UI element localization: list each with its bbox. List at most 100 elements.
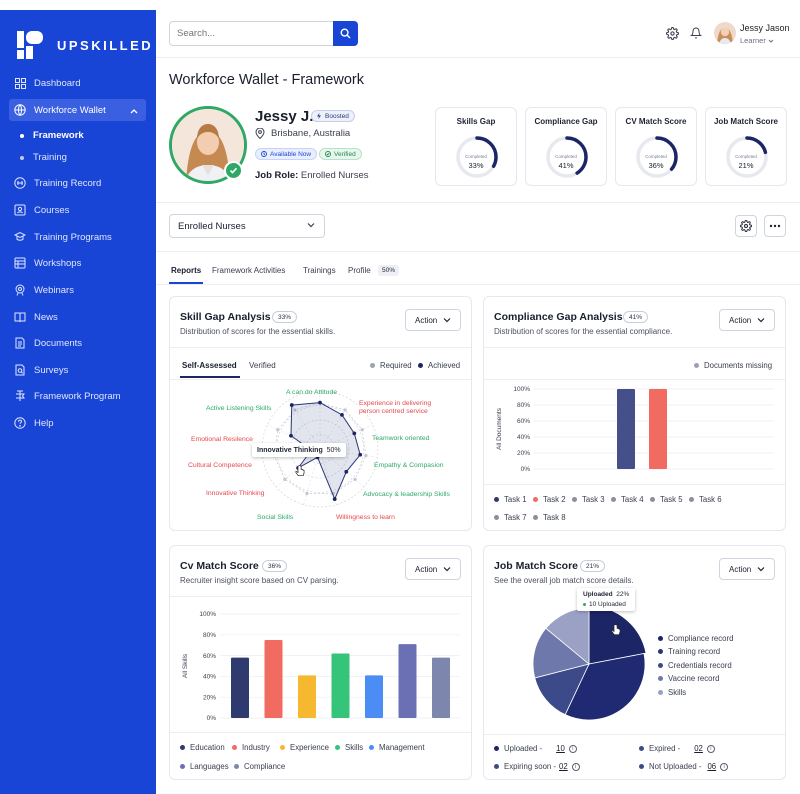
tab-profile[interactable]: Profile: [348, 266, 371, 275]
sidebar-item-training-record[interactable]: Training Record: [9, 172, 146, 194]
gauge-card-skills-gap[interactable]: Skills Gap Completed 33%: [435, 107, 517, 186]
legend-item-credentials-record[interactable]: Credentials record: [658, 661, 732, 670]
legend-item-languages[interactable]: Languages: [180, 762, 229, 771]
legend-dot: [494, 764, 499, 769]
stat-value[interactable]: 02: [559, 762, 568, 771]
legend-item-vaccine-record[interactable]: Vaccine record: [658, 674, 719, 683]
logo[interactable]: UPSKILLED: [17, 31, 153, 59]
legend-item-task-4[interactable]: Task 4: [611, 495, 644, 504]
info-icon[interactable]: i: [706, 744, 715, 753]
sidebar-item-courses[interactable]: Courses: [9, 199, 146, 221]
stat-expiring-soon[interactable]: Expiring soon -02 i: [494, 762, 580, 771]
divider: [484, 379, 785, 380]
stat-value[interactable]: 10: [556, 744, 565, 753]
action-button[interactable]: Action: [719, 558, 775, 580]
settings-button[interactable]: [735, 215, 757, 237]
bar-industry[interactable]: [264, 640, 283, 718]
job-role-select[interactable]: Enrolled Nurses: [169, 214, 325, 238]
sidebar-item-webinars[interactable]: Webinars: [9, 279, 146, 301]
legend-item-education[interactable]: Education: [180, 743, 225, 752]
legend-item-task-1[interactable]: Task 1: [494, 495, 527, 504]
bar-experience[interactable]: [298, 675, 316, 718]
search-button[interactable]: [333, 21, 358, 46]
gauge-card-compliance-gap[interactable]: Compliance Gap Completed 41%: [525, 107, 607, 186]
legend-item-industry[interactable]: Industry: [232, 743, 270, 752]
action-button[interactable]: Action: [405, 309, 461, 331]
stat-expired[interactable]: Expired - 02 i: [639, 744, 715, 753]
divider: [170, 596, 471, 597]
stat-value[interactable]: 06: [707, 762, 716, 771]
bar-compliance[interactable]: [432, 657, 450, 718]
stat-label: Uploaded -: [504, 744, 543, 753]
sidebar-subitem-training[interactable]: Training: [20, 152, 67, 163]
y-tick-label: 20%: [203, 694, 216, 701]
tab-reports[interactable]: Reports: [171, 266, 201, 275]
legend-item-skills[interactable]: Skills: [335, 743, 363, 752]
legend-item-task-5[interactable]: Task 5: [650, 495, 683, 504]
bar-skills[interactable]: [331, 653, 350, 718]
bar-education[interactable]: [231, 657, 249, 718]
card-subtitle: Recruiter insight score based on CV pars…: [180, 576, 339, 585]
courses-icon: [14, 204, 26, 216]
bar-task-1[interactable]: [617, 389, 635, 469]
legend-item-management[interactable]: Management: [369, 743, 425, 752]
legend-item-training-record[interactable]: Training record: [658, 647, 720, 656]
sidebar-item-dashboard[interactable]: Dashboard: [9, 72, 146, 94]
action-button[interactable]: Action: [405, 558, 461, 580]
more-horizontal-icon: [769, 224, 781, 228]
tab-framework-activities[interactable]: Framework Activities: [212, 266, 285, 275]
user-name[interactable]: Jessy Jason: [740, 23, 790, 33]
divider: [484, 734, 785, 735]
legend-item-task-2[interactable]: Task 2: [533, 495, 566, 504]
legend-item-compliance-record[interactable]: Compliance record: [658, 634, 733, 643]
user-role[interactable]: Learner: [740, 36, 774, 45]
legend-item-task-3[interactable]: Task 3: [572, 495, 605, 504]
radar-point-achieved: [289, 433, 293, 438]
sidebar-item-framework-program[interactable]: Framework Program: [9, 385, 146, 407]
bar-languages[interactable]: [398, 644, 417, 718]
action-button[interactable]: Action: [719, 309, 775, 331]
job-role-value: Enrolled Nurses: [300, 170, 369, 181]
stat-not-uploaded[interactable]: Not Uploaded - 06 i: [639, 762, 729, 771]
tab-trainings[interactable]: Trainings: [303, 266, 336, 275]
chevron-up-icon[interactable]: [130, 106, 138, 117]
more-button[interactable]: [764, 215, 786, 237]
search-input[interactable]: [169, 21, 358, 46]
settings-button[interactable]: [665, 26, 679, 40]
tab-verified[interactable]: Verified: [249, 361, 276, 370]
legend-dot: [533, 515, 538, 520]
sidebar-item-help[interactable]: Help: [9, 412, 146, 434]
bar-task-2[interactable]: [649, 389, 667, 469]
sidebar-item-workshops[interactable]: Workshops: [9, 252, 146, 274]
legend-item-task-7[interactable]: Task 7: [494, 513, 527, 522]
notifications-button[interactable]: [689, 26, 703, 40]
legend-item-experience[interactable]: Experience: [280, 743, 329, 752]
sidebar-item-surveys[interactable]: Surveys: [9, 359, 146, 381]
legend-label: Management: [379, 743, 425, 752]
gauge-card-cv-match[interactable]: CV Match Score Completed 36%: [615, 107, 697, 186]
info-icon[interactable]: i: [571, 762, 580, 771]
stat-uploaded[interactable]: Uploaded - 10 i: [494, 744, 577, 753]
tooltip-value: 50%: [326, 446, 341, 454]
legend-documents-missing: Documents missing: [694, 361, 772, 370]
legend-label: Task 7: [504, 513, 527, 522]
info-icon[interactable]: i: [720, 762, 729, 771]
avatar[interactable]: [714, 22, 736, 44]
top-bar: Jessy Jason Learner: [156, 0, 800, 58]
sidebar-item-training-programs[interactable]: Training Programs: [9, 226, 146, 248]
chevron-down-icon: [443, 567, 451, 572]
legend-item-task-6[interactable]: Task 6: [689, 495, 722, 504]
sidebar-subitem-framework[interactable]: Framework: [20, 130, 84, 141]
info-icon[interactable]: i: [568, 744, 577, 753]
sidebar-item-news[interactable]: News: [9, 306, 146, 328]
sidebar-item-workforce-wallet[interactable]: Workforce Wallet: [9, 99, 146, 121]
sidebar-item-documents[interactable]: Documents: [9, 332, 146, 354]
legend-item-task-8[interactable]: Task 8: [533, 513, 566, 522]
radar-point-achieved: [344, 469, 349, 474]
legend-item-compliance[interactable]: Compliance: [234, 762, 285, 771]
legend-item-skills[interactable]: Skills: [658, 688, 686, 697]
stat-value[interactable]: 02: [694, 744, 703, 753]
gauge-card-job-match[interactable]: Job Match Score Completed 21%: [705, 107, 787, 186]
tab-self-assessed[interactable]: Self-Assessed: [182, 361, 237, 370]
bar-management[interactable]: [365, 675, 383, 718]
